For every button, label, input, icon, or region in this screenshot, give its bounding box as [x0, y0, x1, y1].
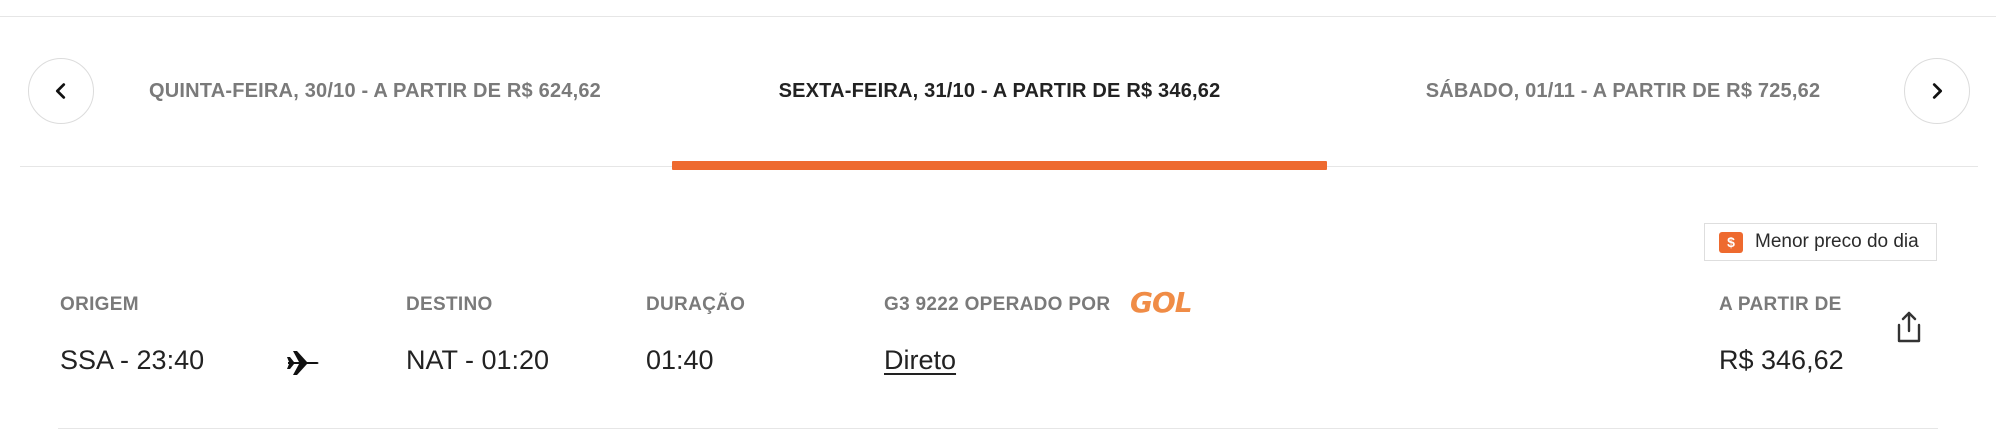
price-label: A PARTIR DE — [1719, 294, 1842, 315]
gol-airline-logo: GOL — [1130, 286, 1193, 319]
stops-link[interactable]: Direto — [884, 345, 956, 376]
origin-label: ORIGEM — [60, 294, 139, 315]
destination-value: NAT - 01:20 — [406, 345, 550, 375]
plane-icon — [287, 351, 319, 375]
chevron-left-icon — [55, 83, 66, 99]
lowest-price-label: Menor preco do dia — [1755, 231, 1919, 252]
duration-value: 01:40 — [646, 345, 714, 375]
origin-value: SSA - 23:40 — [60, 345, 205, 375]
active-tab-indicator — [672, 161, 1327, 170]
date-tab-sexta[interactable]: SEXTA-FEIRA, 31/10 - A PARTIR DE R$ 346,… — [672, 58, 1327, 124]
date-tab-sabado[interactable]: SÁBADO, 01/11 - A PARTIR DE R$ 725,62 — [1358, 58, 1888, 124]
share-icon[interactable] — [1893, 309, 1925, 345]
operated-by-label: G3 9222 OPERADO POR — [884, 294, 1111, 315]
dollar-icon: $ — [1719, 231, 1743, 253]
price-value: R$ 346,62 — [1719, 345, 1844, 375]
lowest-price-badge: $ Menor preco do dia — [1704, 223, 1937, 261]
previous-date-button[interactable] — [28, 58, 94, 124]
duration-label: DURAÇÃO — [646, 294, 746, 315]
chevron-right-icon — [1932, 83, 1943, 99]
top-divider — [0, 16, 1996, 17]
next-date-button[interactable] — [1904, 58, 1970, 124]
destination-label: DESTINO — [406, 294, 493, 315]
date-tab-quinta[interactable]: QUINTA-FEIRA, 30/10 - A PARTIR DE R$ 624… — [110, 58, 640, 124]
bottom-divider — [58, 428, 1938, 429]
